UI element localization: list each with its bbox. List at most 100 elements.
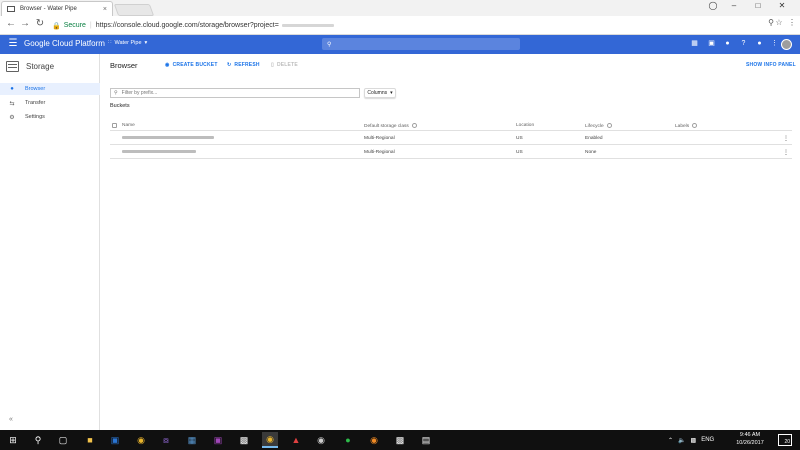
bucket-name-redacted[interactable] xyxy=(122,150,196,155)
select-all-checkbox[interactable] xyxy=(112,123,117,128)
refresh-label: REFRESH xyxy=(234,62,260,68)
firefox-icon[interactable]: ◉ xyxy=(366,432,382,448)
back-icon[interactable]: ← xyxy=(4,18,18,29)
photos-icon[interactable]: ▤ xyxy=(418,432,434,448)
browser-tab[interactable]: Browser - Water Pipe × xyxy=(1,1,113,16)
forward-icon[interactable]: → xyxy=(18,18,32,29)
header-labels[interactable]: Labels xyxy=(675,123,698,129)
collapse-sidebar-icon[interactable]: « xyxy=(9,416,13,423)
table-row[interactable]: Multi-Regional US Enabled ⋮ xyxy=(110,131,792,145)
cell-location: US xyxy=(516,136,523,141)
search-icon[interactable]: ⚲ xyxy=(30,432,46,448)
keyboard-icon[interactable]: ▩ xyxy=(691,437,697,444)
chrome-menu-icon[interactable]: ⋮ xyxy=(785,18,799,27)
visual-studio-icon[interactable]: ⧇ xyxy=(158,432,174,448)
help-icon[interactable] xyxy=(692,123,698,128)
language-indicator[interactable]: ENG xyxy=(701,437,714,443)
header-storage-class-label: Default storage class xyxy=(364,123,409,129)
create-bucket-button[interactable]: ◉ CREATE BUCKET xyxy=(165,62,218,68)
url-divider: | xyxy=(89,22,92,29)
system-tray: ⌃ 🔈 ▩ ENG xyxy=(668,430,714,450)
sidebar-item-label: Transfer xyxy=(25,100,46,106)
header-lifecycle-label: Lifecycle xyxy=(585,123,604,129)
transfer-icon: ⇆ xyxy=(9,100,15,107)
window-close-icon[interactable]: ✕ xyxy=(774,1,790,10)
onenote-icon[interactable]: ▣ xyxy=(210,432,226,448)
gear-icon: ⚙ xyxy=(9,114,15,121)
columns-dropdown[interactable]: Columns ▾ xyxy=(364,88,396,98)
storage-icon xyxy=(6,60,19,72)
new-tab-button[interactable] xyxy=(113,4,155,16)
reload-icon[interactable]: ↻ xyxy=(33,18,47,29)
cell-location: US xyxy=(516,150,523,155)
gcp-title[interactable]: Google Cloud Platform xyxy=(24,39,105,48)
store-icon[interactable]: ▩ xyxy=(236,432,252,448)
page-title: Browser xyxy=(110,61,138,70)
more-vert-icon[interactable]: ⋮ xyxy=(770,40,779,48)
columns-label: Columns xyxy=(367,90,388,96)
sidebar-header: Storage xyxy=(0,58,100,74)
gift-icon[interactable]: ▦ xyxy=(690,40,699,48)
chevron-up-icon[interactable]: ⌃ xyxy=(668,437,673,444)
header-lifecycle[interactable]: Lifecycle xyxy=(585,123,612,129)
file-explorer-icon[interactable]: ■ xyxy=(82,432,98,448)
app-icon[interactable]: ◉ xyxy=(313,432,329,448)
help-icon[interactable]: ? xyxy=(739,40,748,48)
acrobat-icon[interactable]: ▲ xyxy=(288,432,304,448)
help-icon[interactable] xyxy=(411,123,417,128)
task-view-icon[interactable]: ▢ xyxy=(55,432,71,448)
clock[interactable]: 9:46 AM 10/26/2017 xyxy=(732,431,768,447)
header-name[interactable]: Name xyxy=(122,123,135,128)
table-row[interactable]: Multi-Regional US None ⋮ xyxy=(110,145,792,159)
project-icon: ∷ xyxy=(108,40,112,46)
notifications-icon[interactable]: ● xyxy=(755,40,764,48)
delete-button[interactable]: ▯ DELETE xyxy=(271,62,298,68)
search-input[interactable]: ⚲ xyxy=(322,38,520,50)
tab-close-icon[interactable]: × xyxy=(103,6,107,13)
volume-icon[interactable]: 🔈 xyxy=(678,437,685,444)
feedback-icon[interactable]: ● xyxy=(723,40,732,48)
bookmark-star-icon[interactable]: ☆ xyxy=(772,18,786,27)
outlook-icon[interactable]: ▣ xyxy=(107,432,123,448)
row-menu-icon[interactable]: ⋮ xyxy=(783,135,789,142)
profile-icon[interactable]: ◯ xyxy=(705,1,721,10)
filter-input[interactable]: ⚲ Filter by prefix... xyxy=(110,88,360,98)
refresh-icon: ↻ xyxy=(227,62,232,68)
sidebar-item-browser[interactable]: ● Browser xyxy=(0,83,100,95)
chrome-icon[interactable]: ◉ xyxy=(133,432,149,448)
chrome-active-icon[interactable]: ◉ xyxy=(262,432,278,448)
action-center-icon[interactable]: 20 xyxy=(778,434,792,446)
show-info-panel-button[interactable]: SHOW INFO PANEL xyxy=(746,62,796,68)
bucket-name-redacted[interactable] xyxy=(122,136,214,141)
video-icon[interactable]: ▩ xyxy=(392,432,408,448)
url-redacted xyxy=(281,24,334,27)
cell-lifecycle[interactable]: None xyxy=(585,150,596,155)
maximize-icon[interactable]: □ xyxy=(750,1,766,10)
minimize-icon[interactable]: – xyxy=(726,1,742,10)
app-icon[interactable]: ▦ xyxy=(184,432,200,448)
refresh-button[interactable]: ↻ REFRESH xyxy=(227,62,260,68)
sidebar-item-settings[interactable]: ⚙ Settings xyxy=(0,111,100,123)
row-menu-icon[interactable]: ⋮ xyxy=(783,149,789,156)
buckets-table: Name Default storage class Location Life… xyxy=(110,120,792,159)
lock-icon: 🔒 xyxy=(52,22,61,30)
sidebar-item-transfer[interactable]: ⇆ Transfer xyxy=(0,97,100,109)
whatsapp-icon[interactable]: ● xyxy=(340,432,356,448)
help-icon[interactable] xyxy=(606,123,612,128)
cloud-shell-icon[interactable]: ▣ xyxy=(707,40,716,48)
menu-icon[interactable]: ☰ xyxy=(6,38,20,49)
url-field[interactable]: 🔒 Secure | https://console.cloud.google.… xyxy=(52,18,762,33)
favicon-icon xyxy=(7,6,15,12)
search-icon: ⚲ xyxy=(114,90,118,96)
avatar[interactable] xyxy=(781,39,792,50)
notification-count: 20 xyxy=(784,439,790,445)
sidebar-title: Storage xyxy=(26,61,55,71)
windows-start-icon[interactable]: ⊞ xyxy=(5,432,21,448)
cell-lifecycle[interactable]: Enabled xyxy=(585,136,603,141)
project-selector[interactable]: ∷ Water Pipe ▾ xyxy=(108,40,147,46)
header-storage-class[interactable]: Default storage class xyxy=(364,123,417,129)
header-location[interactable]: Location xyxy=(516,123,534,128)
project-name: Water Pipe xyxy=(114,40,142,46)
trash-icon: ▯ xyxy=(271,62,274,68)
delete-label: DELETE xyxy=(276,62,298,68)
